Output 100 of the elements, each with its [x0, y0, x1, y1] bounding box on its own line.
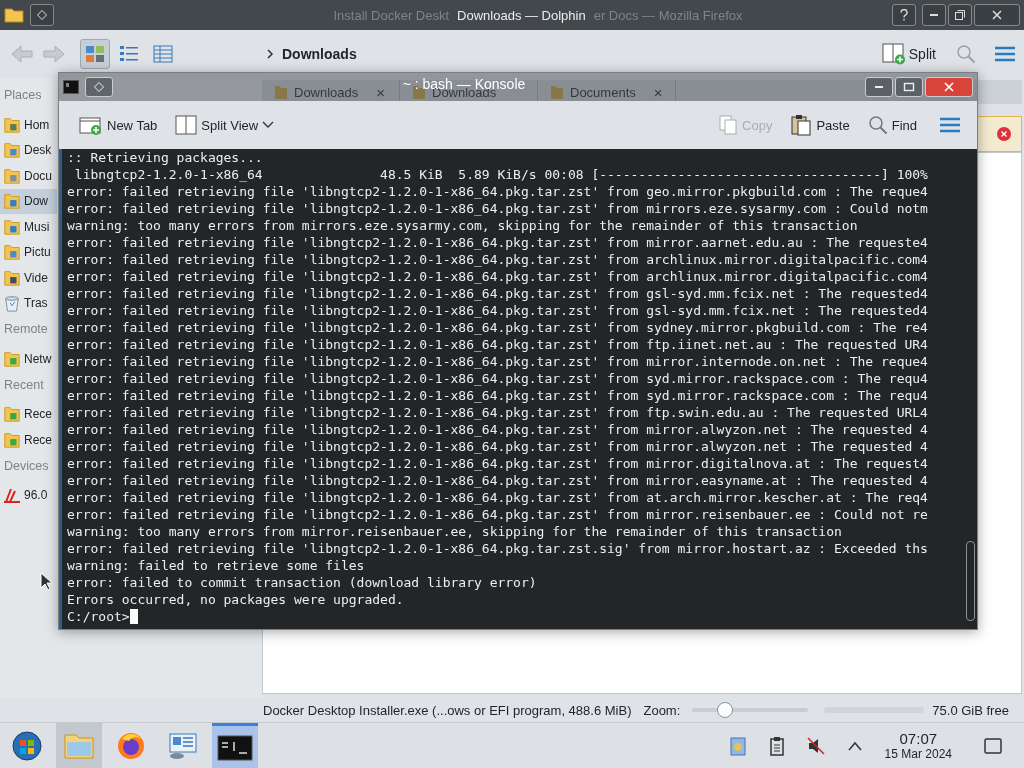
window-menu-button[interactable] — [30, 4, 54, 26]
terminal-line: warning: too many errors from mirror.reisenbauer.ee, skipping for the remainder of this transaction — [67, 524, 842, 539]
close-button[interactable] — [974, 4, 1020, 26]
folder-icon — [3, 217, 21, 236]
folder-icon — [4, 7, 24, 23]
browser-icon — [116, 731, 146, 761]
sidebar-item[interactable]: Tras — [0, 290, 57, 316]
folder-icon — [3, 349, 21, 368]
window-title: Downloads — Dolphin — [457, 7, 586, 23]
icons-view-button[interactable] — [80, 39, 110, 69]
terminal-line: error: failed retrieving file 'libngtcp2-1.2.0-1-x86_64.pkg.tar.zst' from mirror.internode.on.net : The reque4 — [67, 354, 928, 369]
terminal-line: error: failed retrieving file 'libngtcp2-1.2.0-1-x86_64.pkg.tar.zst' from mirror.alwyzon.net : The requested 4 — [67, 422, 928, 437]
list-icon — [118, 44, 140, 64]
slider-handle[interactable] — [716, 702, 733, 718]
sidebar-item[interactable]: Vide — [0, 265, 57, 291]
terminal-line: error: failed retrieving file 'libngtcp2-1.2.0-1-x86_64.pkg.tar.zst' from archlinux.mirror.digitalpacific.com4 — [67, 252, 928, 267]
folder-icon — [3, 115, 21, 134]
sidebar-item[interactable]: 96.0 — [0, 482, 57, 508]
sidebar-item[interactable]: Desk — [0, 137, 57, 163]
terminal-line: error: failed retrieving file 'libngtcp2-1.2.0-1-x86_64.pkg.tar.zst' from at.arch.mirror.kescher.at : The req4 — [67, 490, 928, 505]
terminal-line: error: failed retrieving file 'libngtcp2-1.2.0-1-x86_64.pkg.tar.zst' from mirror.reisenbauer.ee : Could not re — [67, 507, 928, 522]
clock-time[interactable]: 07:07 — [899, 730, 938, 748]
split-panes-icon — [881, 43, 906, 65]
clipboard-icon[interactable] — [768, 736, 785, 756]
close-tab-button[interactable]: × — [376, 83, 386, 101]
help-button[interactable] — [892, 4, 916, 26]
terminal-line: error: failed retrieving file 'libngtcp2-1.2.0-1-x86_64.pkg.tar.zst' from sydney.mirror.pkgbuild.com : The re4 — [67, 320, 928, 335]
mouse-pointer-icon — [40, 572, 52, 591]
sidebar-item[interactable]: Docu — [0, 163, 57, 189]
terminal-line: error: failed retrieving file 'libngtcp2-1.2.0-1-x86_64.pkg.tar.zst' from mirrors.eze.sysarmy.com : Could notm — [67, 201, 928, 216]
folder-icon — [3, 166, 21, 185]
folder-icon — [63, 732, 95, 760]
folder-icon — [3, 141, 21, 160]
paste-button[interactable]: Paste — [788, 112, 852, 138]
close-button[interactable] — [925, 77, 973, 97]
close-tab-button[interactable]: × — [653, 83, 663, 101]
diamond-icon — [37, 10, 47, 20]
minimize-button[interactable] — [922, 4, 946, 26]
split-button[interactable]: Split — [879, 41, 938, 67]
new-tab-button[interactable]: New Tab — [77, 112, 160, 138]
terminal-icon — [217, 734, 253, 761]
icon-grid-icon — [84, 44, 106, 64]
table-icon — [152, 44, 174, 64]
terminal-line: error: failed retrieving file 'libngtcp2-1.2.0-1-x86_64.pkg.tar.zst' from ftp.iinet.net.au : The requested UR4 — [67, 337, 928, 352]
close-icon — [992, 10, 1002, 20]
terminal-line: error: failed retrieving file 'libngtcp2-1.2.0-1-x86_64.pkg.tar.zst' from mirror.easyname.at : The requested 4 — [67, 473, 928, 488]
start-orb-icon — [11, 730, 43, 762]
dropdown-caret-icon — [262, 121, 275, 129]
sidebar-heading: Devices — [4, 458, 49, 473]
zoom-slider[interactable] — [692, 702, 809, 718]
minimize-button[interactable] — [865, 77, 893, 97]
close-icon[interactable] — [997, 127, 1011, 141]
terminal-line: Errors occurred, no packages were upgraded. — [67, 592, 404, 607]
split-view-button[interactable]: Split View — [173, 113, 277, 137]
sidebar-heading: Recent — [4, 377, 44, 392]
terminal-line: libngtcp2-1.2.0-1-x86_64 48.5 KiB 5.89 KiB/s 00:08 [------------------------------------] 100% — [73, 167, 928, 182]
diamond-icon — [94, 82, 104, 92]
sidebar-item[interactable]: Netw — [0, 346, 57, 372]
terminal-line: error: failed retrieving file 'libngtcp2-1.2.0-1-x86_64.pkg.tar.zst' from mirror.aarnet.edu.au : The requeste4 — [67, 235, 928, 250]
caret-icon[interactable] — [846, 740, 863, 752]
menu-icon[interactable] — [939, 116, 961, 134]
terminal-line: error: failed retrieving file 'libngtcp2-1.2.0-1-x86_64.pkg.tar.zst' from archlinux.mirror.digitalpacific.com4 — [67, 269, 928, 284]
breadcrumb[interactable]: Downloads — [282, 46, 357, 62]
terminal-line: warning: too many errors from mirrors.eze.sysarmy.com, skipping for the remainder of this transaction — [67, 218, 858, 233]
trash-icon — [3, 294, 21, 313]
terminal-line: error: failed retrieving file 'libngtcp2-1.2.0-1-x86_64.pkg.tar.zst.sig' from mirror.hostart.az : Exceeded ths — [67, 541, 928, 556]
maximize-button[interactable] — [948, 4, 972, 26]
folder-icon — [3, 268, 21, 287]
muted-speaker-icon[interactable] — [806, 737, 825, 755]
monitor-icon — [167, 731, 199, 761]
text-cursor — [129, 609, 138, 624]
minimize-icon — [930, 14, 938, 16]
sidebar-item[interactable]: Rece — [0, 427, 57, 453]
folder-icon — [550, 84, 564, 100]
window-menu-button[interactable] — [85, 77, 113, 97]
maximize-button[interactable] — [895, 77, 923, 97]
split-panes-icon — [175, 115, 198, 135]
sidebar-item[interactable]: Musi — [0, 214, 57, 240]
sidebar-item[interactable]: Dow — [0, 188, 57, 214]
menu-icon[interactable] — [994, 45, 1016, 63]
background-window-title: Install Docker Deskt — [333, 7, 450, 23]
show-desktop-icon[interactable] — [984, 738, 1002, 754]
sidebar-item[interactable]: Rece — [0, 401, 57, 427]
paste-icon — [790, 114, 813, 136]
question-mark-icon — [899, 9, 909, 21]
minimize-icon — [875, 86, 883, 88]
clipboard-app-icon[interactable] — [728, 735, 747, 757]
folder-icon — [3, 243, 21, 262]
drive-icon — [3, 487, 21, 504]
sidebar-item[interactable]: Hom — [0, 112, 57, 138]
sidebar-item[interactable]: Pictu — [0, 239, 57, 265]
folder-icon — [3, 430, 21, 449]
sidebar-heading: Places — [4, 88, 42, 102]
free-space-text: 75.0 GiB free — [932, 702, 1009, 718]
terminal-line: error: failed to commit transaction (download library error) — [67, 575, 537, 590]
search-icon[interactable] — [956, 44, 976, 64]
clock-date[interactable]: 15 Mar 2024 — [884, 747, 952, 762]
find-button[interactable]: Find — [865, 113, 919, 137]
zoom-label: Zoom: — [643, 702, 681, 718]
terminal-task[interactable] — [212, 723, 258, 768]
